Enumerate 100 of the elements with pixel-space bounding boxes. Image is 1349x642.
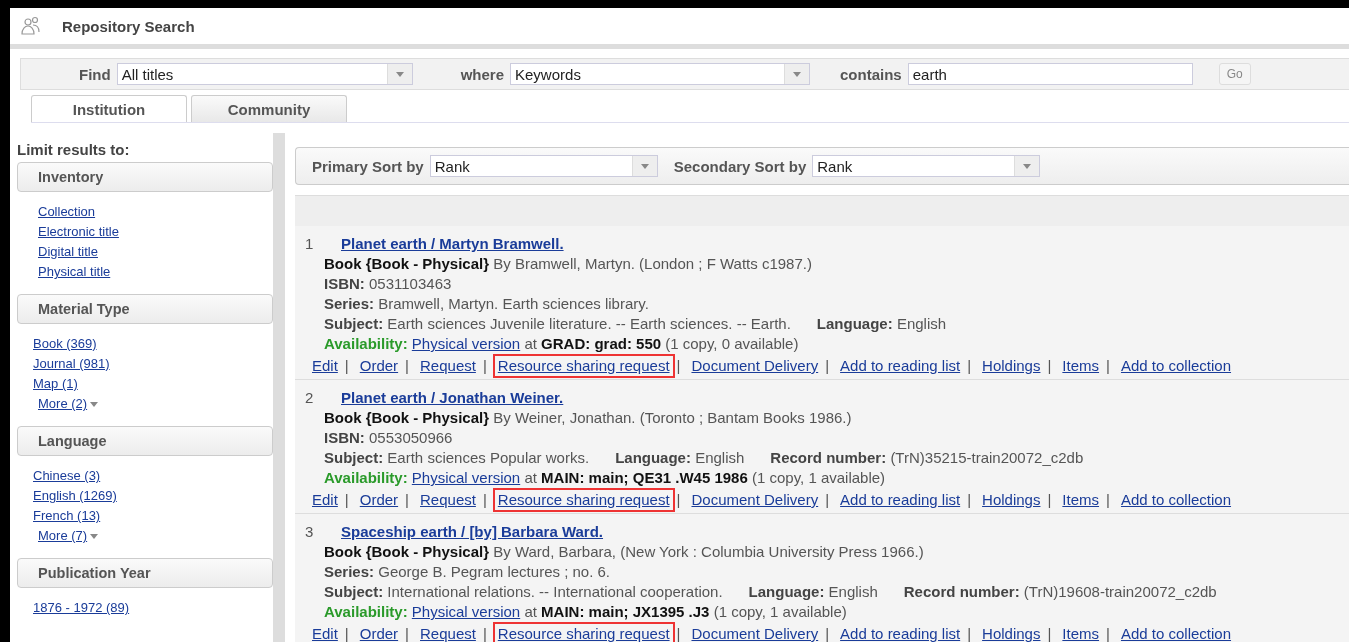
page-title: Repository Search xyxy=(62,17,195,35)
action-link[interactable]: Add to reading list xyxy=(835,622,966,642)
separator-text: | xyxy=(676,356,681,376)
action-link[interactable]: Edit xyxy=(307,354,343,378)
facet-link[interactable]: Electronic title xyxy=(38,222,119,242)
separator-text: | xyxy=(405,490,409,510)
facet-header[interactable]: Inventory xyxy=(17,162,273,192)
action-link[interactable]: Document Delivery xyxy=(686,354,824,378)
action-link[interactable]: Items xyxy=(1057,622,1105,642)
where-dropdown[interactable]: Keywords xyxy=(510,63,810,85)
result-number: 1 xyxy=(305,234,315,254)
facet-header[interactable]: Material Type xyxy=(17,294,273,324)
secondary-sort-label: Secondary Sort by xyxy=(673,157,807,175)
result-title-link[interactable]: Spaceship earth / [by] Barbara Ward. xyxy=(341,522,604,542)
action-link[interactable]: Document Delivery xyxy=(686,488,824,512)
availability-text: Availability: Physical version at MAIN: main; JX1395 .J3 (1 copy, 1 available) xyxy=(324,603,847,620)
detail-text: Subject: Earth sciences Juvenile literature. -- Earth sciences. -- Earth. xyxy=(324,314,791,334)
availability-text: Availability: Physical version at MAIN: main; QE31 .W45 1986 (1 copy, 1 available) xyxy=(324,469,886,486)
action-link[interactable]: Order xyxy=(354,488,404,512)
separator-text: | xyxy=(482,624,487,642)
facet-link[interactable]: French (13) xyxy=(33,506,101,526)
detail-text: Record number: (TrN)35215-train20072_c2db xyxy=(770,448,1084,468)
availability-text: Availability: Physical version at GRAD: grad: 550 (1 copy, 0 available) xyxy=(324,335,799,352)
primary-sort-label: Primary Sort by xyxy=(312,157,424,175)
tab[interactable]: Community xyxy=(191,95,347,122)
action-link[interactable]: Items xyxy=(1057,354,1105,378)
action-link[interactable]: Order xyxy=(354,622,404,642)
separator-text: | xyxy=(405,624,409,642)
action-link[interactable]: Resource sharing request xyxy=(492,488,675,512)
facet-link[interactable]: Journal (981) xyxy=(33,354,110,374)
primary-sort-dropdown[interactable]: Rank xyxy=(429,155,658,177)
facet-link[interactable]: Digital title xyxy=(38,242,98,262)
facet-link[interactable]: Map (1) xyxy=(33,374,78,394)
physical-version-link[interactable]: Physical version xyxy=(411,469,521,486)
action-link[interactable]: Add to collection xyxy=(1115,354,1237,378)
separator-text: | xyxy=(1047,490,1052,510)
facet-link[interactable]: English (1269) xyxy=(33,486,117,506)
separator-text: | xyxy=(967,356,972,376)
tab[interactable]: Institution xyxy=(31,95,187,122)
action-link[interactable]: Items xyxy=(1057,488,1105,512)
facet-link[interactable]: Book (369) xyxy=(33,334,97,354)
more-link[interactable]: More (7) xyxy=(38,526,99,546)
action-link[interactable]: Holdings xyxy=(977,354,1046,378)
action-link[interactable]: Add to reading list xyxy=(835,488,966,512)
facet-link[interactable]: 1876 - 1972 (89) xyxy=(33,598,130,618)
find-label: Find xyxy=(79,65,111,83)
search-field[interactable]: earth xyxy=(907,63,1193,85)
detail-text: Language: English xyxy=(615,448,745,468)
dropdown-arrow-icon xyxy=(90,401,99,407)
result-number: 3 xyxy=(305,522,315,542)
separator-text: | xyxy=(1106,490,1110,510)
dropdown-arrow-icon xyxy=(640,163,649,169)
detail-text: ISBN: 0553050966 xyxy=(324,428,453,448)
sidebar-heading: Limit results to: xyxy=(17,141,131,158)
result-title-link[interactable]: Planet earth / Martyn Bramwell. xyxy=(341,234,564,254)
physical-version-link[interactable]: Physical version xyxy=(411,603,521,620)
facet-header[interactable]: Language xyxy=(17,426,273,456)
detail-text: Series: George B. Pegram lectures ; no. 6. xyxy=(324,562,610,582)
action-link[interactable]: Request xyxy=(415,488,481,512)
action-link[interactable]: Request xyxy=(415,622,481,642)
detail-text: Record number: (TrN)19608-train20072_c2db xyxy=(903,582,1217,602)
action-link[interactable]: Add to reading list xyxy=(835,354,966,378)
action-link[interactable]: Edit xyxy=(307,488,343,512)
detail-text: Subject: Earth sciences Popular works. xyxy=(324,448,590,468)
separator-text: | xyxy=(676,624,681,642)
dropdown-arrow-icon xyxy=(1023,163,1032,169)
facet-link[interactable]: Chinese (3) xyxy=(33,466,101,486)
people-icon xyxy=(20,15,42,37)
action-link[interactable]: Request xyxy=(415,354,481,378)
action-link[interactable]: Resource sharing request xyxy=(492,622,675,642)
result-title-link[interactable]: Planet earth / Jonathan Weiner. xyxy=(341,388,564,408)
find-dropdown[interactable]: All titles xyxy=(116,63,413,85)
detail-text: Language: English xyxy=(748,582,878,602)
separator-text: | xyxy=(405,356,409,376)
separator-text: | xyxy=(825,624,830,642)
format-text: Book {Book - Physical} By Weiner, Jonathan. (Toronto ; Bantam Books 1986.) xyxy=(324,409,852,426)
format-text: Book {Book - Physical} By Ward, Barbara, (New York : Columbia University Press 1966.) xyxy=(324,543,924,560)
detail-text: Series: Bramwell, Martyn. Earth sciences library. xyxy=(324,294,649,314)
separator-text: | xyxy=(967,624,972,642)
facet-link[interactable]: Physical title xyxy=(38,262,111,282)
separator-text: | xyxy=(967,490,972,510)
secondary-sort-dropdown[interactable]: Rank xyxy=(812,155,1041,177)
separator-text: | xyxy=(482,356,487,376)
result-number: 2 xyxy=(305,388,315,408)
dropdown-arrow-icon xyxy=(793,71,801,77)
facet-header[interactable]: Publication Year xyxy=(17,558,273,588)
separator-text: | xyxy=(1047,624,1052,642)
action-link[interactable]: Holdings xyxy=(977,488,1046,512)
action-link[interactable]: Add to collection xyxy=(1115,488,1237,512)
more-link[interactable]: More (2) xyxy=(38,394,99,414)
separator-text: | xyxy=(344,624,349,642)
physical-version-link[interactable]: Physical version xyxy=(411,335,521,352)
facet-link[interactable]: Collection xyxy=(38,202,96,222)
action-link[interactable]: Edit xyxy=(307,622,343,642)
action-link[interactable]: Resource sharing request xyxy=(492,354,675,378)
action-link[interactable]: Document Delivery xyxy=(686,622,824,642)
action-link[interactable]: Holdings xyxy=(977,622,1046,642)
separator-text: | xyxy=(676,490,681,510)
action-link[interactable]: Order xyxy=(354,354,404,378)
action-link[interactable]: Add to collection xyxy=(1115,622,1237,642)
